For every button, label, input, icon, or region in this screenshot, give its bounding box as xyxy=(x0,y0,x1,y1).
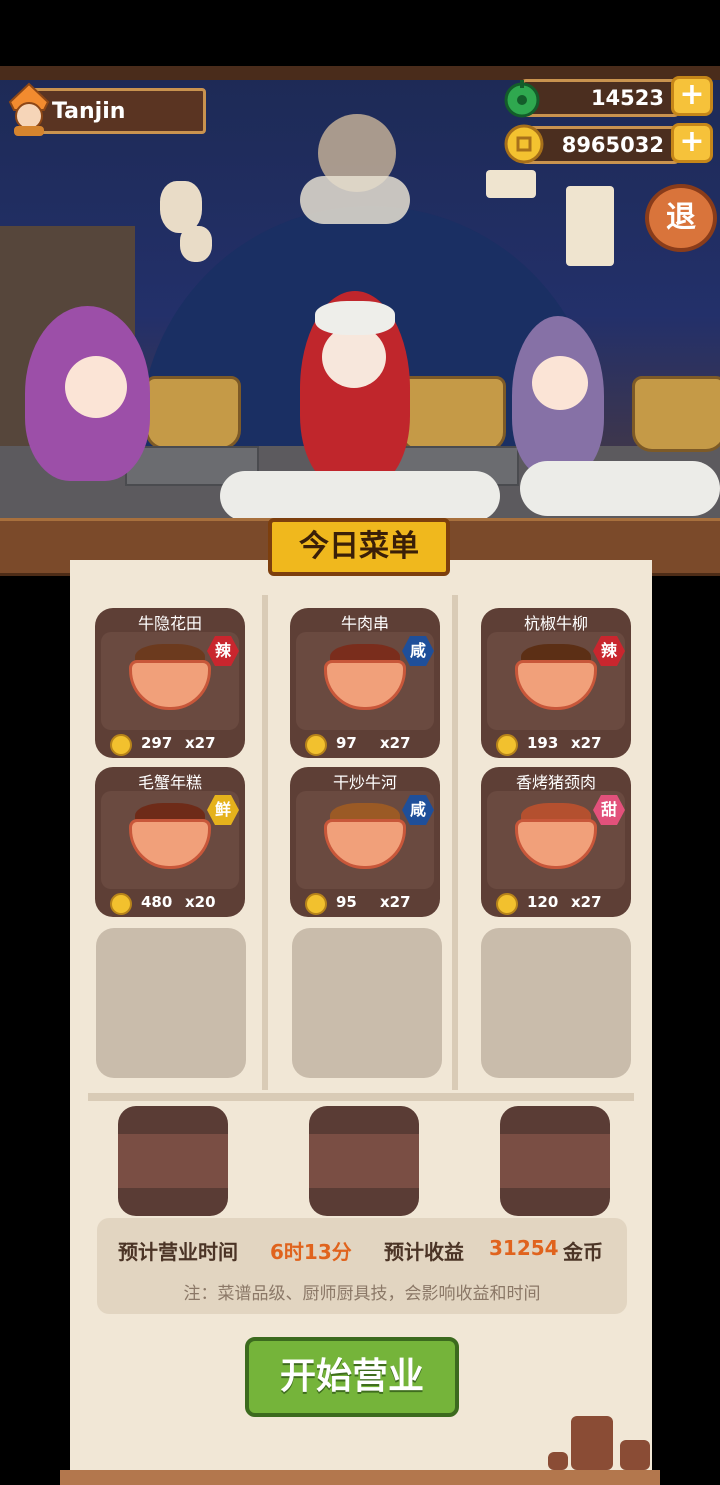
coin-icon xyxy=(110,893,132,915)
income-value: 31254 xyxy=(489,1236,559,1260)
dish-price: 193 xyxy=(527,734,559,752)
dish-name: 毛蟹年糕 xyxy=(137,773,202,792)
coin-icon xyxy=(496,734,518,756)
dish-price: 97 xyxy=(336,734,357,752)
cooking-urn xyxy=(145,376,241,450)
chef-slot[interactable] xyxy=(500,1106,610,1216)
income-unit: 金币 xyxy=(563,1240,603,1264)
cooking-urn xyxy=(400,376,506,452)
add-gold-button[interactable]: + xyxy=(671,123,713,163)
dish-card[interactable]: 牛肉串 咸 97 x27 xyxy=(290,608,440,758)
summary-note: 注：菜谱品级、厨师厨具技，会影响收益和时间 xyxy=(183,1284,541,1304)
dish-card[interactable]: 香烤猪颈肉 甜 120 x27 xyxy=(481,767,631,917)
hanging-sign xyxy=(566,186,614,266)
ceiling-beam xyxy=(0,66,720,80)
coin-icon xyxy=(110,734,132,756)
jar-decoration xyxy=(620,1440,650,1470)
gold-amount: 8965032 xyxy=(561,133,664,157)
chef-character-left xyxy=(25,306,150,481)
cloud-ornament xyxy=(300,176,410,224)
dish-price: 480 xyxy=(141,893,173,911)
dish-card[interactable]: 干炒牛河 咸 95 x27 xyxy=(290,767,440,917)
exit-button[interactable]: 退 xyxy=(645,184,717,252)
jade-amount: 14523 xyxy=(590,86,664,110)
player-avatar[interactable] xyxy=(4,80,54,138)
section-divider xyxy=(88,1093,634,1101)
dish-price: 120 xyxy=(527,893,559,911)
business-time-value: 6时13分 xyxy=(270,1240,352,1264)
hanging-sign xyxy=(486,170,536,198)
add-jade-button[interactable]: + xyxy=(671,76,713,116)
empty-dish-slot[interactable] xyxy=(481,928,631,1078)
column-divider xyxy=(452,595,458,1090)
dish-price: 95 xyxy=(336,893,357,911)
dish-card[interactable]: 牛隐花田 辣 297 x27 xyxy=(95,608,245,758)
fog-cloud xyxy=(520,461,720,516)
dish-quantity: x27 xyxy=(185,734,216,752)
dish-card[interactable]: 毛蟹年糕 鲜 480 x20 xyxy=(95,767,245,917)
start-business-button[interactable]: 开始营业 xyxy=(245,1337,459,1417)
dish-name: 干炒牛河 xyxy=(332,773,397,792)
dish-card[interactable]: 杭椒牛柳 辣 193 x27 xyxy=(481,608,631,758)
dish-quantity: x20 xyxy=(185,893,216,911)
business-time-label: 预计营业时间 xyxy=(118,1240,238,1264)
panel-bottom-edge xyxy=(60,1470,660,1485)
coin-icon xyxy=(496,893,518,915)
dish-quantity: x27 xyxy=(380,734,411,752)
dish-quantity: x27 xyxy=(380,893,411,911)
chef-character-center xyxy=(300,291,410,486)
jar-decoration xyxy=(548,1452,568,1470)
dish-price: 297 xyxy=(141,734,173,752)
chef-slot[interactable] xyxy=(309,1106,419,1216)
empty-dish-slot[interactable] xyxy=(292,928,442,1078)
coin-icon xyxy=(305,734,327,756)
dish-name: 杭椒牛柳 xyxy=(523,614,588,633)
income-label: 预计收益 xyxy=(384,1240,464,1264)
dish-name: 牛肉串 xyxy=(340,614,389,633)
empty-dish-slot[interactable] xyxy=(96,928,246,1078)
dish-quantity: x27 xyxy=(571,734,602,752)
player-name: Tanjin xyxy=(52,99,126,124)
column-divider xyxy=(262,595,268,1090)
cooking-urn xyxy=(632,376,720,452)
chef-slot[interactable] xyxy=(118,1106,228,1216)
dish-name: 牛隐花田 xyxy=(137,614,202,633)
sack-decoration xyxy=(180,226,212,262)
jar-decoration xyxy=(571,1416,613,1470)
fog-cloud xyxy=(220,471,500,520)
coin-icon xyxy=(305,893,327,915)
dish-name: 香烤猪颈肉 xyxy=(515,773,596,792)
chef-character-right xyxy=(512,316,604,476)
menu-title: 今日菜单 xyxy=(268,518,450,576)
dish-quantity: x27 xyxy=(571,893,602,911)
